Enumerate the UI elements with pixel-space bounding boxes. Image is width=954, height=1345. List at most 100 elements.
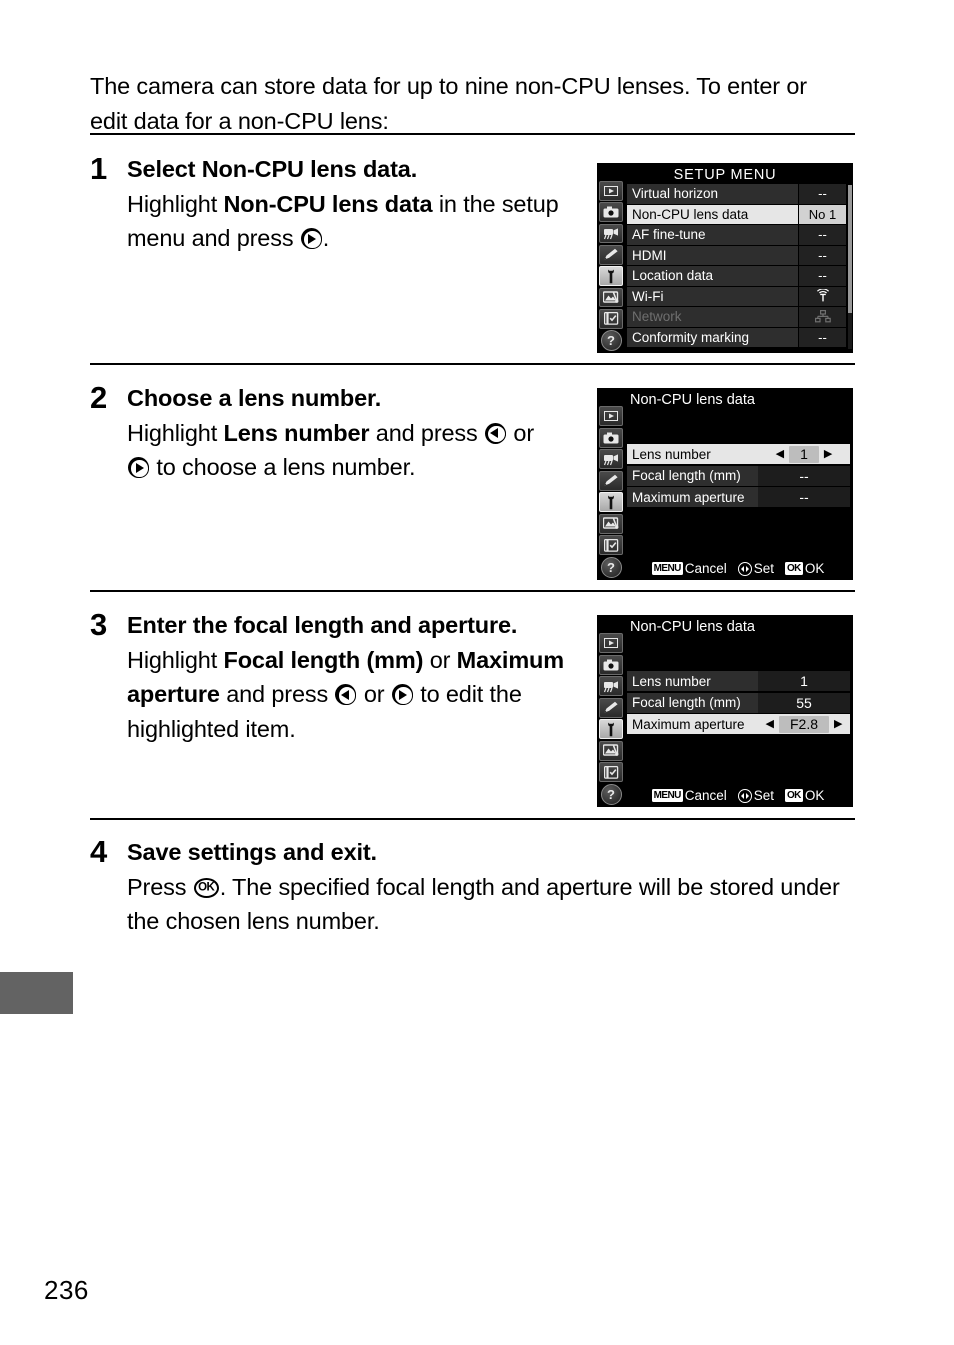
step-3-heading: Enter the focal length and aperture.	[127, 612, 518, 638]
menu-icon-rail: ?	[598, 633, 624, 805]
multi-selector-right-icon	[300, 228, 322, 249]
network-icon	[814, 310, 831, 323]
playback-icon[interactable]	[599, 406, 623, 426]
menu-row-network[interactable]: Network	[627, 307, 846, 328]
lens-data-row-value: --	[758, 487, 850, 507]
menu-row[interactable]: Virtual horizon --	[627, 184, 846, 205]
playback-icon[interactable]	[599, 633, 623, 653]
multi-selector-right-icon	[391, 684, 413, 705]
menu-icon-rail: ?	[598, 181, 624, 351]
lens-data-title: Non-CPU lens data	[630, 619, 755, 635]
camera-screen-setup-menu: SETUP MENU ? Virtual horizon -- Non-CPU …	[597, 163, 853, 353]
step-2-number: 2	[90, 380, 108, 415]
step-3-number: 3	[90, 607, 108, 642]
retouch-icon[interactable]	[599, 287, 623, 308]
decrement-arrow-icon[interactable]: ◀	[766, 718, 774, 730]
maximum-aperture-value: F2.8	[778, 715, 829, 733]
movie-camera-icon[interactable]	[599, 223, 623, 244]
step-4-body-part-1: Press	[127, 873, 193, 900]
menu-row-non-cpu-lens-data[interactable]: Non-CPU lens data No 1	[627, 204, 846, 225]
menu-row-label: Virtual horizon	[632, 186, 719, 202]
recent-settings-icon[interactable]	[599, 535, 623, 555]
lens-data-row-value: ◀ F2.8 ▶	[758, 714, 850, 734]
step-3-body: Highlight Focal length (mm) or Maximum a…	[127, 643, 570, 747]
recent-settings-icon[interactable]	[599, 762, 623, 782]
increment-arrow-icon[interactable]: ▶	[824, 448, 832, 460]
help-question-icon[interactable]: ?	[600, 783, 622, 805]
ok-action[interactable]: OK OK	[785, 561, 824, 576]
movie-camera-icon[interactable]	[599, 449, 623, 469]
menu-key-icon: MENU	[651, 789, 683, 802]
menu-row[interactable]: Location data --	[627, 266, 846, 287]
menu-row-label: Wi-Fi	[632, 288, 664, 304]
ok-button-icon: OK	[193, 877, 219, 898]
retouch-icon[interactable]	[599, 740, 623, 761]
step-1-heading-bold: Non-CPU lens data	[201, 156, 411, 182]
lens-data-row-maximum-aperture[interactable]: Maximum aperture --	[627, 487, 850, 508]
wrench-setup-icon[interactable]	[599, 492, 623, 512]
menu-row-value: --	[798, 184, 846, 204]
decrement-arrow-icon[interactable]: ◀	[776, 448, 784, 460]
wrench-setup-icon[interactable]	[599, 719, 623, 739]
recent-settings-icon[interactable]	[599, 308, 623, 329]
step-4-number: 4	[90, 834, 108, 869]
menu-scrollbar-thumb[interactable]	[848, 185, 852, 313]
lens-data-row-label: Maximum aperture	[632, 716, 745, 732]
movie-camera-icon[interactable]	[599, 676, 623, 696]
ok-action[interactable]: OK OK	[785, 788, 824, 803]
menu-row-label: AF fine-tune	[632, 227, 706, 243]
ok-key-icon: OK	[785, 789, 803, 802]
menu-row[interactable]: AF fine-tune --	[627, 225, 846, 246]
menu-row[interactable]: Conformity marking --	[627, 327, 846, 348]
step-1-heading-suffix: .	[410, 156, 418, 182]
step-2-body-part-2: and press	[369, 419, 485, 446]
cancel-action[interactable]: MENU Cancel	[651, 788, 727, 803]
lens-data-row-label: Lens number	[632, 673, 711, 689]
setup-menu-title: SETUP MENU	[673, 167, 777, 183]
menu-row-value-network	[798, 307, 846, 327]
lens-data-row-focal-length[interactable]: Focal length (mm) --	[627, 465, 850, 487]
camera-screen-lens-data-step3: Non-CPU lens data ? Lens number 1 Focal …	[597, 615, 853, 807]
lens-data-row-maximum-aperture[interactable]: Maximum aperture ◀ F2.8 ▶	[627, 714, 850, 735]
lens-data-row-value: ◀ 1 ▶	[758, 444, 850, 464]
shooting-camera-icon[interactable]	[599, 427, 623, 448]
lens-data-row-value: --	[758, 465, 850, 486]
playback-icon[interactable]	[599, 181, 623, 201]
divider-rule-1	[90, 133, 855, 135]
lens-data-list: Lens number 1 Focal length (mm) 55 Maxim…	[627, 671, 850, 736]
pencil-custom-settings-icon[interactable]	[599, 470, 623, 491]
retouch-icon[interactable]	[599, 513, 623, 534]
menu-row-label: Non-CPU lens data	[632, 206, 749, 222]
menu-scrollbar[interactable]	[848, 185, 852, 349]
lens-data-row-lens-number[interactable]: Lens number ◀ 1 ▶	[627, 444, 850, 465]
lens-data-row-value: 1	[758, 671, 850, 691]
help-question-icon[interactable]: ?	[600, 556, 622, 578]
lens-data-row-label: Lens number	[632, 446, 711, 462]
menu-row-value: --	[798, 245, 846, 265]
set-action[interactable]: Set	[737, 561, 774, 576]
lens-data-row-lens-number[interactable]: Lens number 1	[627, 671, 850, 692]
pencil-custom-settings-icon[interactable]	[599, 244, 623, 265]
shooting-camera-icon[interactable]	[599, 202, 623, 223]
pencil-custom-settings-icon[interactable]	[599, 697, 623, 718]
menu-row[interactable]: Wi-Fi	[627, 286, 846, 307]
menu-row-label: Network	[632, 309, 682, 325]
step-4-heading: Save settings and exit.	[127, 839, 377, 865]
step-1-body-part-3: .	[322, 225, 330, 251]
set-label: Set	[753, 788, 774, 803]
lens-data-help-bar: MENU Cancel Set OK OK	[627, 561, 849, 576]
menu-row-value: --	[798, 225, 846, 245]
menu-row[interactable]: HDMI --	[627, 245, 846, 266]
shooting-camera-icon[interactable]	[599, 654, 623, 675]
set-action[interactable]: Set	[737, 788, 774, 803]
lens-data-row-focal-length[interactable]: Focal length (mm) 55	[627, 692, 850, 714]
help-question-icon[interactable]: ?	[600, 330, 622, 351]
step-2-body-part-4: to choose a lens number.	[150, 454, 416, 480]
increment-arrow-icon[interactable]: ▶	[834, 718, 842, 730]
step-4-body: Press OK. The specified focal length and…	[127, 870, 850, 939]
step-3-body-bold-1: Focal length (mm)	[223, 646, 424, 673]
wrench-setup-icon[interactable]	[599, 266, 623, 287]
cancel-action[interactable]: MENU Cancel	[651, 561, 727, 576]
multi-selector-horizontal-icon	[737, 788, 752, 803]
lens-data-title: Non-CPU lens data	[630, 392, 755, 408]
